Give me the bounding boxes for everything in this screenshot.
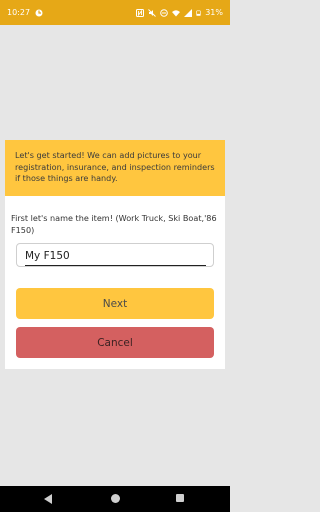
intro-text: Let's get started! We can add pictures t…	[15, 150, 215, 184]
navigation-bar	[0, 486, 230, 512]
input-underline	[25, 265, 206, 266]
recent-apps-icon[interactable]	[176, 494, 184, 502]
status-left: 10:27	[7, 8, 43, 17]
status-time: 10:27	[7, 8, 31, 17]
name-prompt: First let's name the item! (Work Truck, …	[11, 213, 217, 235]
wifi-icon	[172, 9, 181, 16]
status-bar: 10:27 31%	[0, 0, 230, 25]
cancel-button[interactable]: Cancel	[16, 327, 214, 358]
name-field-container[interactable]	[16, 243, 214, 267]
cancel-label: Cancel	[97, 336, 133, 349]
back-icon[interactable]	[44, 494, 52, 504]
mute-icon	[148, 8, 157, 17]
status-right: 31%	[136, 8, 223, 17]
intro-banner: Let's get started! We can add pictures t…	[5, 140, 225, 196]
next-button[interactable]: Next	[16, 288, 214, 319]
battery-icon	[196, 10, 201, 16]
battery-percent: 31%	[205, 8, 223, 17]
item-name-input[interactable]	[25, 248, 200, 264]
do-not-disturb-icon	[160, 8, 169, 17]
next-label: Next	[102, 297, 128, 310]
signal-icon	[184, 8, 193, 17]
home-icon[interactable]	[111, 494, 120, 503]
add-item-dialog: Let's get started! We can add pictures t…	[5, 140, 225, 369]
notification-icon	[35, 9, 43, 16]
nfc-icon	[136, 8, 145, 17]
